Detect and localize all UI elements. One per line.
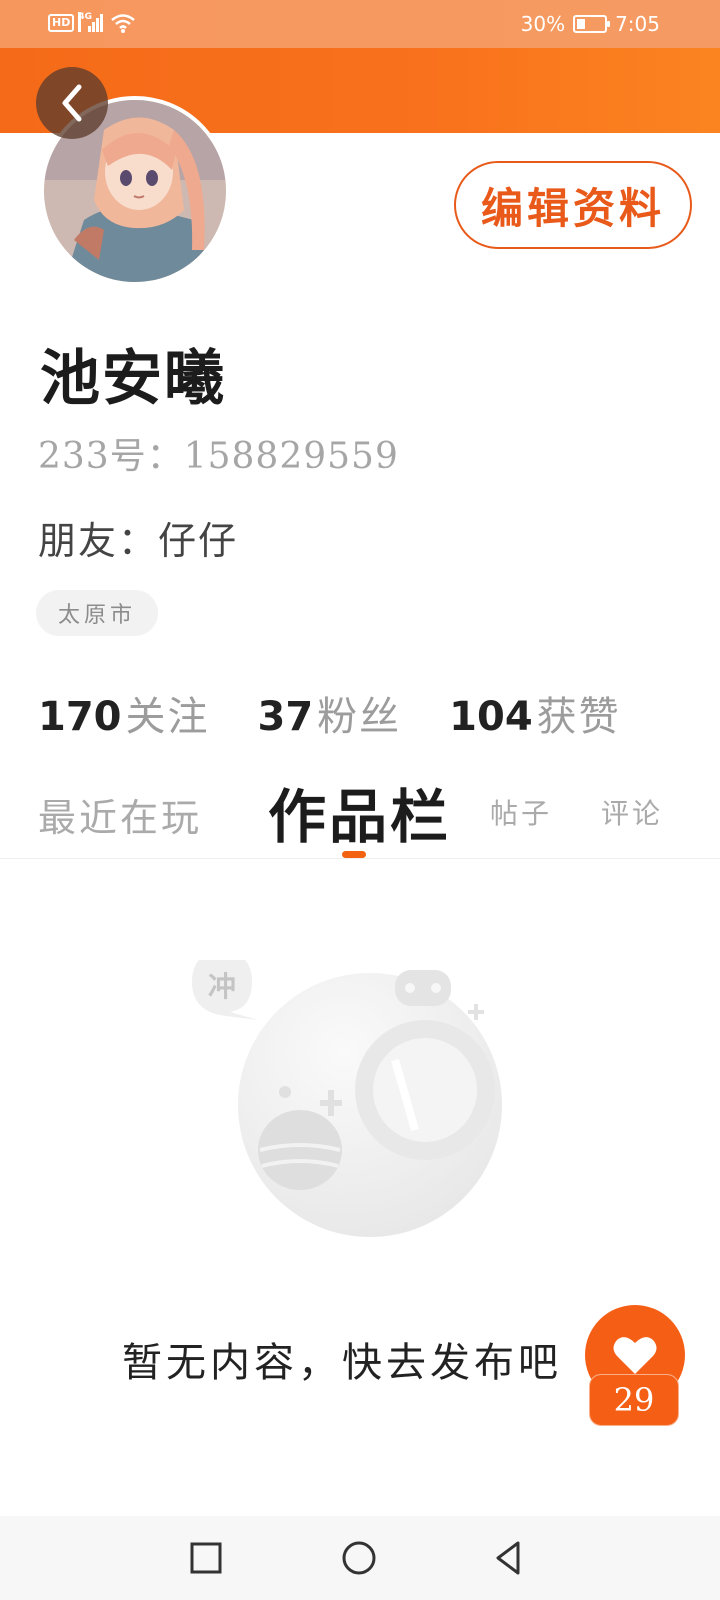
heart-icon	[613, 1337, 657, 1374]
stat-likes[interactable]: 104 获赞	[449, 684, 621, 742]
location-badge: 太原市	[36, 590, 159, 636]
battery-percent: 30%	[520, 12, 566, 36]
circle-home-icon[interactable]	[337, 1536, 381, 1580]
username: 池安曦	[40, 344, 226, 414]
stat-label: 粉丝	[317, 694, 402, 740]
signal-4g-icon: 4G	[78, 12, 106, 34]
hd-icon: HD	[48, 14, 75, 32]
stats-row: 170 关注 37 粉丝 104 获赞	[38, 684, 669, 742]
tab-posts[interactable]: 帖子	[490, 792, 552, 832]
stat-value: 37	[257, 694, 314, 740]
bubble-text: 冲	[208, 970, 236, 1003]
square-recents-icon[interactable]	[184, 1536, 228, 1580]
network-type-label: 4G	[78, 12, 92, 32]
triangle-back-icon[interactable]	[488, 1536, 532, 1580]
stat-label: 关注	[125, 694, 210, 740]
tab-comments[interactable]: 评论	[601, 792, 663, 832]
status-left-icons: HD 4G	[48, 12, 136, 34]
tab-works[interactable]: 作品栏	[268, 770, 451, 854]
back-button[interactable]	[36, 67, 108, 139]
wifi-icon	[111, 14, 136, 33]
like-count-badge: 29	[589, 1374, 679, 1426]
active-tab-indicator	[342, 851, 366, 858]
stat-following[interactable]: 170 关注	[38, 684, 210, 742]
user-id: 233号：158829559	[38, 436, 399, 477]
friend-line: 朋友：仔仔	[38, 519, 239, 563]
status-bar: HD 4G 30% 7:05	[0, 0, 720, 48]
stat-fans[interactable]: 37 粉丝	[258, 684, 402, 742]
stat-value: 104	[449, 694, 533, 740]
stat-label: 获赞	[536, 694, 621, 740]
clock: 7:05	[615, 12, 660, 36]
tab-recently-played[interactable]: 最近在玩	[38, 787, 202, 842]
stat-value: 170	[38, 694, 122, 740]
battery-fill	[577, 19, 585, 29]
content-tabs: 最近在玩 作品栏 帖子 评论	[0, 770, 720, 859]
system-nav-bar	[0, 1516, 720, 1600]
status-right: 30% 7:05	[521, 12, 660, 36]
empty-state-message: 暂无内容，快去发布吧	[122, 1340, 562, 1386]
chevron-left-icon	[62, 84, 82, 122]
empty-state-illustration: 冲	[192, 960, 502, 1237]
edit-profile-button[interactable]: 编辑资料	[454, 161, 692, 249]
battery-icon	[573, 15, 611, 33]
